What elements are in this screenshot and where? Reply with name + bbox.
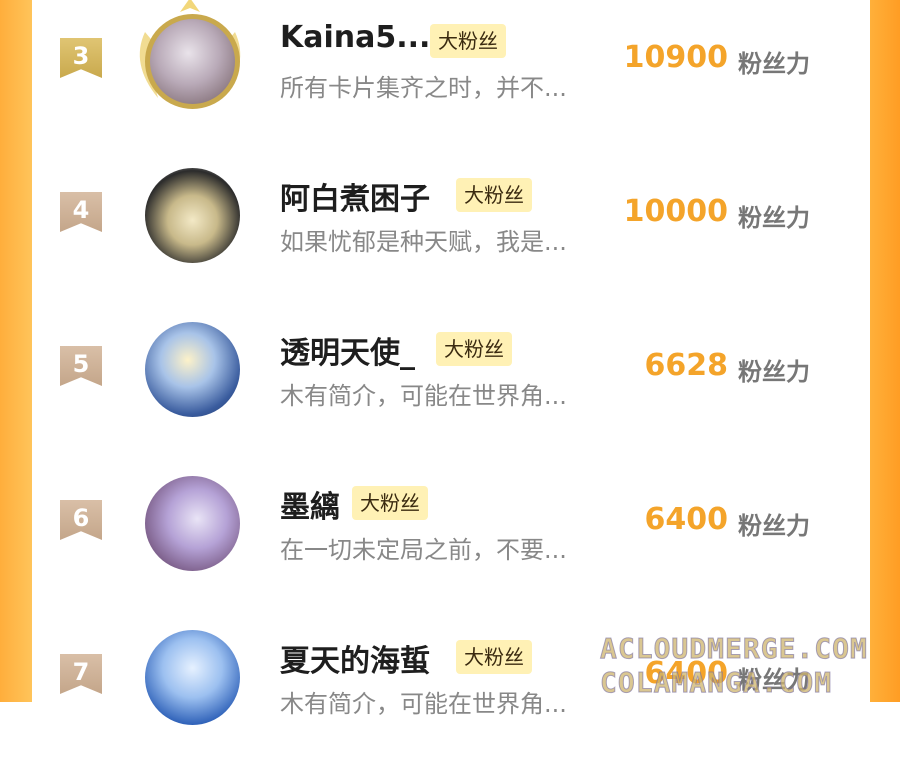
avatar[interactable] bbox=[145, 14, 240, 109]
rank-ribbon: 3 bbox=[60, 38, 102, 78]
list-item[interactable]: 6 墨縭 大粉丝 在一切未定局之前，不要... 6400 粉丝力 bbox=[32, 456, 870, 610]
rank-number: 7 bbox=[72, 658, 90, 686]
watermark-text: COLAMANGA.COM bbox=[599, 666, 833, 700]
fan-power-unit: 粉丝力 bbox=[738, 50, 810, 78]
user-bio: 木有简介，可能在世界角... bbox=[280, 382, 567, 410]
user-bio: 在一切未定局之前，不要... bbox=[280, 536, 567, 564]
user-bio: 所有卡片集齐之时，并不... bbox=[280, 74, 567, 102]
fan-power-score: 6400 bbox=[644, 502, 729, 537]
fan-power-score: 10000 bbox=[623, 194, 728, 229]
avatar[interactable] bbox=[145, 168, 240, 263]
fan-power-unit: 粉丝力 bbox=[738, 358, 810, 386]
user-name[interactable]: 夏天的海蜇 bbox=[280, 636, 430, 680]
fan-power-unit: 粉丝力 bbox=[738, 512, 810, 540]
fan-badge: 大粉丝 bbox=[436, 332, 512, 366]
left-orange-frame bbox=[0, 0, 32, 702]
rank-ribbon: 7 bbox=[60, 654, 102, 694]
fan-badge: 大粉丝 bbox=[352, 486, 428, 520]
rank-number: 3 bbox=[72, 42, 90, 70]
avatar[interactable] bbox=[145, 630, 240, 725]
avatar[interactable] bbox=[145, 322, 240, 417]
fan-ranking-list: 3 Kaina5... 大粉丝 所有卡片集齐之时，并不... 10900 粉丝力… bbox=[32, 0, 870, 725]
user-name[interactable]: Kaina5... bbox=[280, 20, 430, 55]
fan-badge: 大粉丝 bbox=[456, 640, 532, 674]
fan-badge: 大粉丝 bbox=[456, 178, 532, 212]
rank-number: 5 bbox=[72, 350, 90, 378]
rank-ribbon: 5 bbox=[60, 346, 102, 386]
fan-power-score: 10900 bbox=[623, 40, 728, 75]
user-name[interactable]: 阿白煮困子 bbox=[280, 174, 430, 218]
watermark-text: ACLOUDMERGE.COM bbox=[600, 632, 868, 666]
list-item[interactable]: 5 透明天使_ 大粉丝 木有简介，可能在世界角... 6628 粉丝力 bbox=[32, 302, 870, 456]
list-item[interactable]: 4 阿白煮困子 大粉丝 如果忧郁是种天赋，我是... 10000 粉丝力 bbox=[32, 148, 870, 302]
fan-badge: 大粉丝 bbox=[430, 24, 506, 58]
list-item[interactable]: 3 Kaina5... 大粉丝 所有卡片集齐之时，并不... 10900 粉丝力 bbox=[32, 0, 870, 148]
rank-ribbon: 6 bbox=[60, 500, 102, 540]
right-orange-frame bbox=[870, 0, 900, 702]
user-name[interactable]: 墨縭 bbox=[280, 482, 340, 526]
rank-ribbon: 4 bbox=[60, 192, 102, 232]
avatar[interactable] bbox=[145, 476, 240, 571]
user-name[interactable]: 透明天使_ bbox=[280, 328, 415, 372]
rank-number: 4 bbox=[72, 196, 90, 224]
user-bio: 如果忧郁是种天赋，我是... bbox=[280, 228, 567, 256]
fan-power-unit: 粉丝力 bbox=[738, 204, 810, 232]
fan-power-score: 6628 bbox=[644, 348, 729, 383]
rank-number: 6 bbox=[72, 504, 90, 532]
